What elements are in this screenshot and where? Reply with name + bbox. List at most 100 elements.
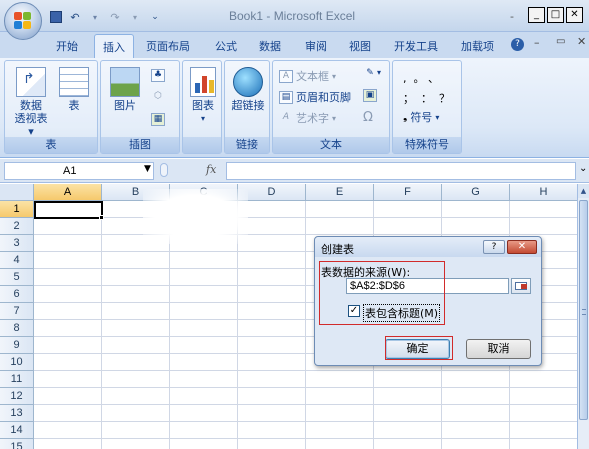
name-box-value: A1 [63, 165, 77, 177]
name-box-dropdown-icon[interactable]: ▼ [144, 164, 151, 174]
ribbon-restore-icon[interactable]: ▭ [556, 36, 565, 47]
picture-button[interactable]: 图片 [107, 67, 143, 112]
help-icon[interactable]: ? [511, 38, 524, 51]
signature-line-icon[interactable]: ✎ [363, 68, 377, 81]
vertical-scrollbar[interactable]: ▲ [577, 184, 589, 449]
group-table-label: 表 [5, 137, 97, 153]
grid-hline [34, 421, 577, 422]
symbol-omega-icon[interactable]: Ω [363, 110, 373, 125]
textbox-button[interactable]: A 文本框 ▾ [279, 68, 336, 84]
row-header-2[interactable]: 2 [0, 218, 34, 235]
undo-icon[interactable]: ↶ [68, 11, 82, 24]
textbox-dropdown-icon: ▾ [332, 71, 337, 81]
formula-input[interactable] [226, 162, 576, 180]
tab-formulas[interactable]: 公式 [215, 38, 237, 54]
customize-toolbar-icon[interactable]: ⌄ [148, 11, 162, 24]
textbox-label: 文本框 [296, 70, 329, 83]
row-header-6[interactable]: 6 [0, 286, 34, 303]
row-header-4[interactable]: 4 [0, 252, 34, 269]
row-header-11[interactable]: 11 [0, 371, 34, 388]
dialog-help-button[interactable]: ? [483, 240, 505, 254]
row-header-9[interactable]: 9 [0, 337, 34, 354]
fill-handle[interactable] [99, 215, 104, 220]
symbol-button[interactable]: ❟ 符号 ▾ [403, 109, 439, 125]
erased-area [143, 189, 248, 244]
row-header-12[interactable]: 12 [0, 388, 34, 405]
grid-hline [34, 387, 577, 388]
scroll-up-arrow-icon[interactable]: ▲ [578, 184, 589, 198]
object-icon[interactable]: ▣ [363, 89, 377, 102]
wordart-icon: A [282, 111, 290, 122]
range-selector-icon[interactable] [511, 278, 531, 294]
save-icon[interactable] [50, 11, 62, 23]
window-controls: _ □ ✕ [528, 7, 583, 23]
highlight-box-ok [385, 336, 453, 360]
header-footer-button[interactable]: ▤ 页眉和页脚 [279, 89, 351, 105]
close-button[interactable]: ✕ [566, 7, 583, 23]
undo-dropdown-icon[interactable]: ▾ [88, 11, 102, 24]
cancel-button[interactable]: 取消 [466, 339, 531, 359]
tab-home[interactable]: 开始 [56, 38, 78, 54]
clipart-icon[interactable]: ♣ [151, 69, 165, 82]
chart-button-label: 图表 [192, 99, 214, 112]
hyperlink-button[interactable]: 超链接 [228, 67, 268, 112]
smartart-icon[interactable]: ▦ [151, 113, 165, 126]
row-header-7[interactable]: 7 [0, 303, 34, 320]
office-button[interactable] [4, 2, 42, 40]
column-header-f[interactable]: F [374, 184, 442, 201]
redo-dropdown-icon[interactable]: ▾ [128, 11, 142, 24]
name-box[interactable]: A1 ▼ [4, 162, 154, 180]
wordart-label: 艺术字 [296, 112, 329, 125]
row-header-3[interactable]: 3 [0, 235, 34, 252]
grid-vline [305, 201, 306, 449]
punctuation-row-1[interactable]: , 。 、 [403, 70, 439, 86]
row-header-10[interactable]: 10 [0, 354, 34, 371]
punctuation-row-2[interactable]: ； ： ？ [403, 90, 450, 106]
group-charts: 图表 ▾ [182, 60, 222, 154]
tab-view[interactable]: 视图 [349, 38, 371, 54]
row-header-15[interactable]: 15 [0, 439, 34, 449]
tab-addins[interactable]: 加载项 [461, 38, 494, 54]
tab-page-layout[interactable]: 页面布局 [146, 38, 190, 54]
wordart-button[interactable]: A 艺术字 ▾ [279, 110, 336, 126]
ribbon-minimize-icon[interactable]: – [534, 36, 540, 49]
formula-bar-splitter[interactable] [160, 163, 168, 177]
pivot-table-button[interactable]: ↱ 数据 透视表 ▾ [10, 67, 52, 138]
select-all-corner[interactable] [0, 184, 34, 201]
chart-button[interactable]: 图表 ▾ [186, 67, 220, 125]
row-header-5[interactable]: 5 [0, 269, 34, 286]
row-header-1[interactable]: 1 [0, 201, 34, 218]
maximize-button[interactable]: □ [547, 7, 564, 23]
group-illustrations-label: 插图 [101, 137, 179, 153]
tab-insert[interactable]: 插入 [94, 34, 134, 58]
ribbon-close-icon[interactable]: ✕ [577, 35, 586, 48]
column-header-e[interactable]: E [306, 184, 374, 201]
symbol-dropdown-icon: ▾ [435, 112, 440, 122]
tab-developer[interactable]: 开发工具 [394, 38, 438, 54]
insert-function-icon[interactable]: fx [206, 163, 216, 176]
row-header-8[interactable]: 8 [0, 320, 34, 337]
table-button[interactable]: 表 [57, 67, 91, 112]
formula-bar: A1 ▼ fx ⌄ [0, 159, 589, 183]
group-charts-label [183, 137, 221, 153]
tab-data[interactable]: 数据 [259, 38, 281, 54]
minimize-button[interactable]: _ [528, 7, 545, 23]
column-header-d[interactable]: D [238, 184, 306, 201]
quick-access-toolbar: ↶ ▾ ↷ ▾ ⌄ [46, 9, 162, 25]
row-header-14[interactable]: 14 [0, 422, 34, 439]
dialog-close-button[interactable]: ✕ [507, 240, 537, 254]
active-cell-a1[interactable] [34, 201, 103, 219]
scroll-thumb[interactable] [579, 200, 588, 420]
grid-hline [34, 217, 577, 218]
column-header-g[interactable]: G [442, 184, 510, 201]
row-header-13[interactable]: 13 [0, 405, 34, 422]
grid-hline [34, 234, 577, 235]
signature-dropdown-icon[interactable]: ▾ [377, 68, 381, 77]
column-header-h[interactable]: H [510, 184, 577, 201]
ribbon: ↱ 数据 透视表 ▾ 表 表 图片 ♣ ⬡ ▦ 插图 图表 ▾ 超链接 链接 A… [0, 58, 589, 158]
expand-formula-bar-icon[interactable]: ⌄ [579, 163, 587, 174]
redo-icon[interactable]: ↷ [108, 11, 122, 24]
shapes-icon[interactable]: ⬡ [151, 91, 165, 104]
tab-review[interactable]: 审阅 [305, 38, 327, 54]
column-header-a[interactable]: A [34, 184, 102, 201]
